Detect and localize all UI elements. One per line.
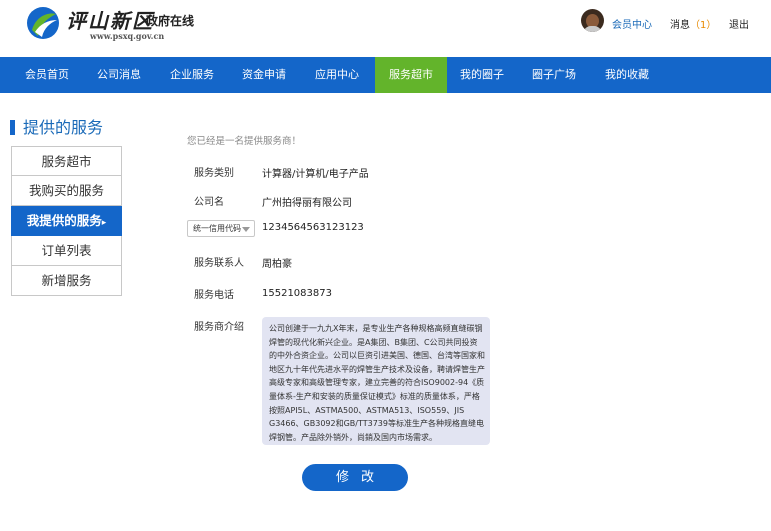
credit-code-value: 1234564563123123 — [262, 222, 364, 233]
nav-item-fund-application[interactable]: 资金申请 — [231, 57, 297, 93]
intro-label: 服务商介绍 — [194, 322, 244, 333]
contact-label: 服务联系人 — [194, 258, 244, 269]
sidebar-item-service-market[interactable]: 服务超市 — [11, 146, 122, 176]
logo-icon[interactable] — [26, 6, 60, 40]
nav-item-enterprise-services[interactable]: 企业服务 — [159, 57, 225, 93]
member-center-link[interactable]: 会员中心 — [612, 16, 652, 31]
sidebar-item-label: 我提供的服务 — [26, 213, 102, 228]
phone-label: 服务电话 — [194, 290, 234, 301]
main-nav: 会员首页 公司消息 企业服务 资金申请 应用中心 服务超市 我的圈子 圈子广场 … — [0, 57, 771, 93]
nav-item-service-market[interactable]: 服务超市 — [375, 57, 447, 93]
modify-button[interactable]: 修改 — [302, 464, 408, 491]
intro-textarea[interactable]: 公司创建于一九九X年末，是专业生产各种规格高频直缝碳钢焊管的现代化新兴企业。是A… — [262, 317, 490, 445]
user-avatar[interactable] — [581, 9, 604, 32]
title-bar-marker — [10, 120, 15, 135]
company-label: 公司名 — [194, 197, 224, 208]
nav-item-member-home[interactable]: 会员首页 — [14, 57, 80, 93]
arrow-right-icon: ▸ — [101, 218, 107, 228]
site-header: 评山新区 政府在线 www.psxq.gov.cn 会员中心 消息（1） 退出 — [0, 0, 771, 57]
site-name: 评山新区 — [66, 9, 154, 33]
messages-count: （1） — [690, 20, 717, 31]
provider-notice: 您已经是一名提供服务商！ — [187, 136, 302, 147]
code-type-selected: 统一信用代码 — [193, 224, 241, 233]
chevron-down-icon — [242, 227, 250, 232]
nav-item-company-news[interactable]: 公司消息 — [86, 57, 152, 93]
logout-link[interactable]: 退出 — [729, 16, 749, 31]
sidebar: 服务超市 我购买的服务 我提供的服务▸ 订单列表 新增服务 — [11, 146, 122, 296]
phone-value: 15521083873 — [262, 288, 332, 299]
sidebar-item-provided-services[interactable]: 我提供的服务▸ — [11, 206, 122, 236]
page-title-text: 提供的服务 — [23, 118, 104, 137]
messages-link[interactable]: 消息（1） — [670, 16, 716, 31]
contact-value: 周柏豪 — [262, 259, 292, 270]
page-title: 提供的服务 — [10, 114, 103, 138]
sidebar-item-add-service[interactable]: 新增服务 — [11, 266, 122, 296]
sidebar-item-purchased-services[interactable]: 我购买的服务 — [11, 176, 122, 206]
nav-item-app-center[interactable]: 应用中心 — [304, 57, 370, 93]
nav-item-my-favorites[interactable]: 我的收藏 — [594, 57, 660, 93]
category-label: 服务类别 — [194, 168, 234, 179]
messages-label: 消息 — [670, 20, 690, 31]
sidebar-item-order-list[interactable]: 订单列表 — [11, 236, 122, 266]
avatar-shirt — [583, 26, 602, 32]
code-type-select[interactable]: 统一信用代码 — [187, 220, 255, 237]
site-subtitle: 政府在线 — [146, 14, 195, 28]
nav-item-my-circles[interactable]: 我的圈子 — [449, 57, 515, 93]
nav-item-circle-plaza[interactable]: 圈子广场 — [521, 57, 587, 93]
category-value: 计算器/计算机/电子产品 — [262, 169, 369, 180]
site-url: www.psxq.gov.cn — [90, 31, 165, 41]
company-value: 广州拍得丽有限公司 — [262, 198, 352, 209]
